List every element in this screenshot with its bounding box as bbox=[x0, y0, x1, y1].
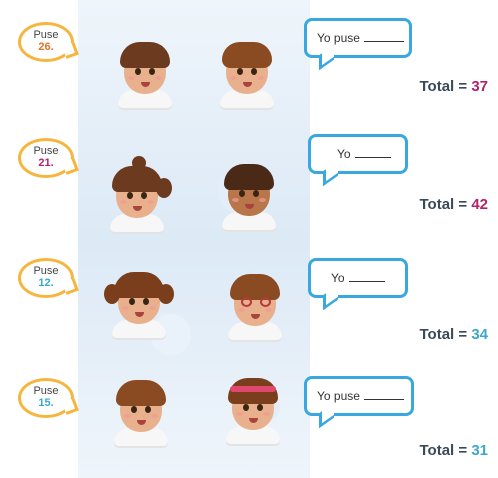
total-value: 42 bbox=[471, 196, 488, 213]
child-avatar-boy-glasses bbox=[222, 270, 288, 342]
child-avatar-girl bbox=[104, 268, 174, 340]
total-label: Total bbox=[419, 196, 455, 213]
said-number: 21. bbox=[38, 157, 54, 169]
total-value: 37 bbox=[471, 78, 488, 95]
answer-blank[interactable] bbox=[363, 40, 404, 42]
child-avatar-girl bbox=[104, 156, 172, 234]
said-bubble: Puse 26. bbox=[18, 22, 74, 62]
total-equals: = bbox=[458, 442, 468, 459]
total-value: 34 bbox=[471, 326, 488, 343]
answer-bubble: Yo puse bbox=[304, 376, 414, 416]
said-bubble: Puse 15. bbox=[18, 378, 74, 418]
child-avatar-girl-headband bbox=[220, 374, 286, 446]
total: Total = 34 bbox=[419, 326, 488, 343]
answer-blank[interactable] bbox=[354, 156, 391, 158]
child-avatar-boy bbox=[112, 38, 178, 110]
total: Total = 37 bbox=[419, 78, 488, 95]
total-value: 31 bbox=[471, 442, 488, 459]
answer-blank[interactable] bbox=[363, 398, 404, 400]
answer-prompt: Yo puse bbox=[317, 31, 360, 45]
child-avatar-girl bbox=[214, 38, 280, 110]
headband-icon bbox=[230, 386, 276, 392]
total-label: Total bbox=[419, 326, 455, 343]
answer-blank[interactable] bbox=[348, 280, 385, 282]
child-avatar-boy bbox=[216, 160, 282, 232]
child-avatar-boy bbox=[108, 376, 174, 448]
said-number: 12. bbox=[38, 277, 54, 289]
answer-bubble: Yo bbox=[308, 134, 408, 174]
total-equals: = bbox=[458, 326, 468, 343]
answer-prompt: Yo bbox=[337, 147, 351, 161]
answer-bubble: Yo bbox=[308, 258, 408, 298]
said-word: Puse bbox=[33, 265, 59, 277]
said-bubble: Puse 21. bbox=[18, 138, 74, 178]
said-word: Puse bbox=[33, 385, 59, 397]
answer-bubble: Yo puse bbox=[304, 18, 412, 58]
total-equals: = bbox=[458, 78, 468, 95]
total-label: Total bbox=[419, 78, 455, 95]
said-word: Puse bbox=[33, 145, 59, 157]
total: Total = 31 bbox=[419, 442, 488, 459]
answer-prompt: Yo bbox=[331, 271, 345, 285]
answer-prompt: Yo puse bbox=[317, 389, 360, 403]
total-label: Total bbox=[419, 442, 455, 459]
said-bubble: Puse 12. bbox=[18, 258, 74, 298]
total: Total = 42 bbox=[419, 196, 488, 213]
said-number: 15. bbox=[38, 397, 54, 409]
said-word: Puse bbox=[33, 29, 59, 41]
total-equals: = bbox=[458, 196, 468, 213]
said-number: 26. bbox=[38, 41, 54, 53]
